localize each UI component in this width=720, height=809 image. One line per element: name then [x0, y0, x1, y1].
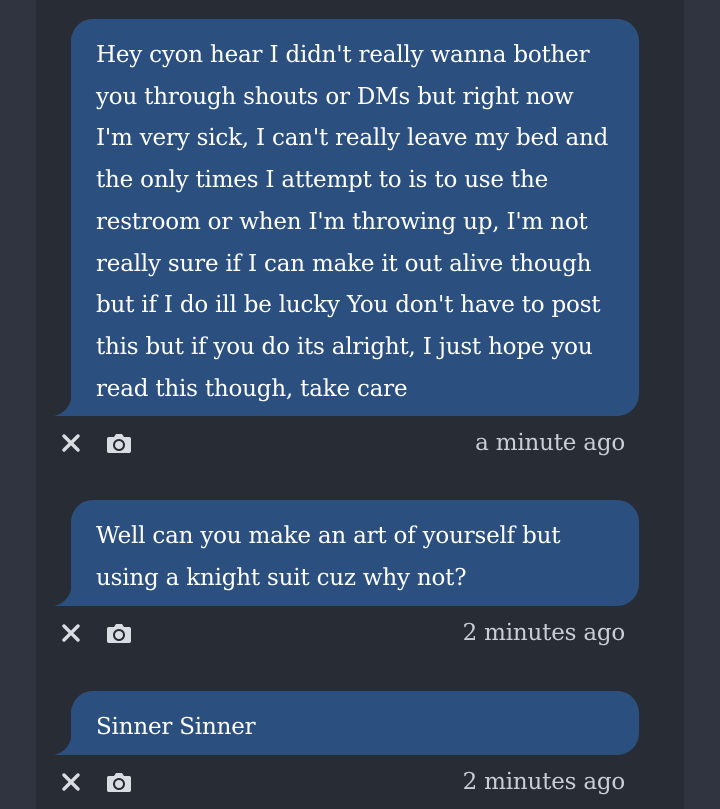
- message-bubble: Hey cyon hear I didn't really wanna both…: [71, 19, 639, 416]
- message-actions: 2 minutes ago: [36, 764, 684, 804]
- close-icon[interactable]: [60, 771, 82, 793]
- close-icon[interactable]: [60, 622, 82, 644]
- camera-icon[interactable]: [106, 621, 132, 645]
- message-timestamp: a minute ago: [475, 430, 625, 456]
- message-actions: a minute ago: [36, 425, 684, 465]
- close-icon[interactable]: [60, 432, 82, 454]
- camera-icon[interactable]: [106, 770, 132, 794]
- camera-icon[interactable]: [106, 431, 132, 455]
- message-actions: 2 minutes ago: [36, 615, 684, 655]
- message-panel: Hey cyon hear I didn't really wanna both…: [36, 0, 684, 809]
- message-bubble: Sinner Sinner: [71, 691, 639, 755]
- message-timestamp: 2 minutes ago: [462, 769, 626, 795]
- message-timestamp: 2 minutes ago: [462, 620, 626, 646]
- message-bubble: Well can you make an art of yourself but…: [71, 500, 639, 606]
